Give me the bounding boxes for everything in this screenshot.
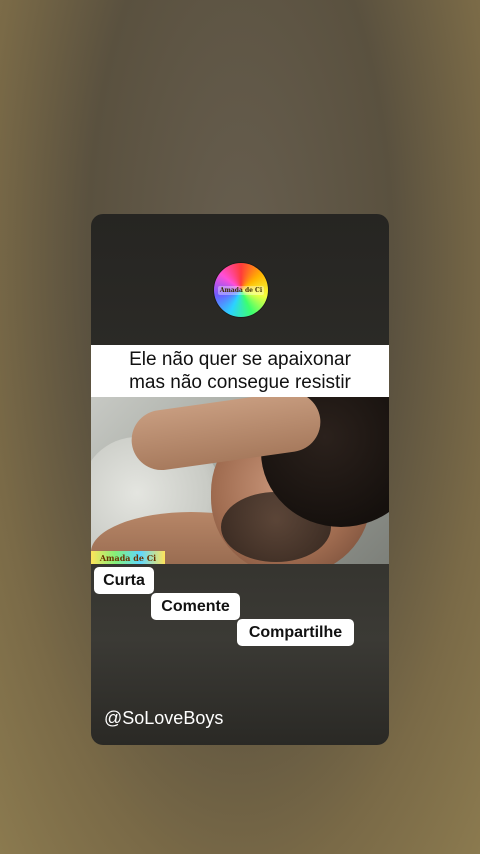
caption-line-1: Ele não quer se apaixonar: [129, 349, 351, 370]
rainbow-circle-logo-icon: Amada de Ci: [214, 263, 268, 317]
story-card: Amada de Ci Ele não quer se apaixonar ma…: [91, 214, 389, 745]
caption-band: Ele não quer se apaixonar mas não conseg…: [91, 345, 389, 397]
share-button[interactable]: Compartilhe: [237, 619, 354, 646]
logo-text: Amada de Ci: [217, 285, 265, 295]
watermark-text: Amada de Ci: [99, 552, 157, 563]
video-frame[interactable]: [91, 397, 389, 564]
account-handle[interactable]: @SoLoveBoys: [104, 708, 223, 729]
video-watermark: Amada de Ci: [91, 551, 165, 564]
comment-button[interactable]: Comente: [151, 593, 240, 620]
like-button[interactable]: Curta: [94, 567, 154, 594]
caption-line-2: mas não consegue resistir: [129, 372, 351, 393]
